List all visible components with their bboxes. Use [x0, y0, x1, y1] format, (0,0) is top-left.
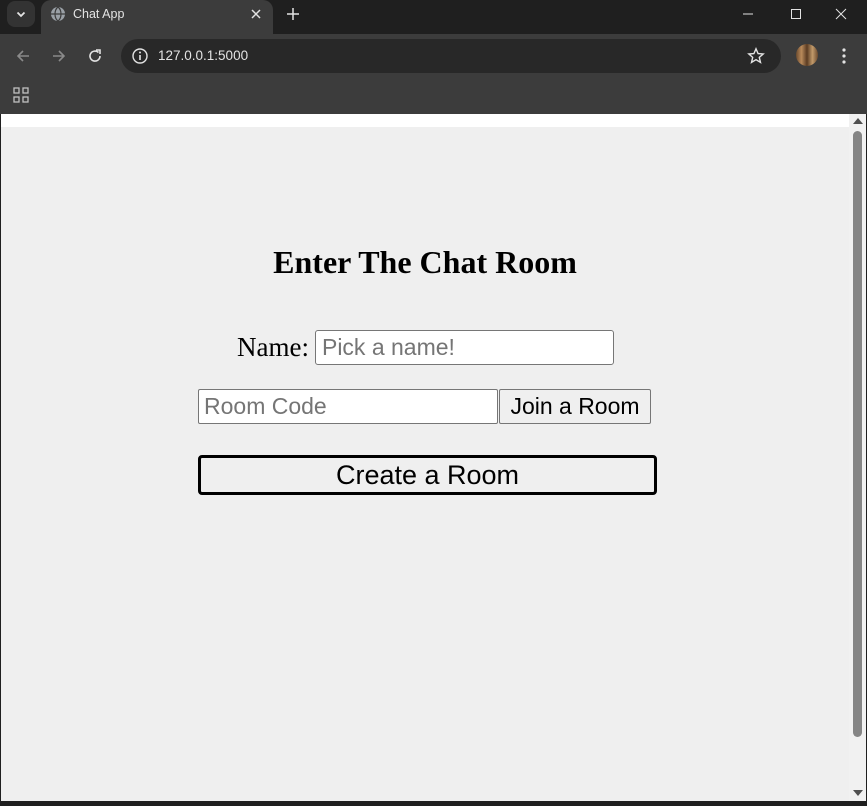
back-arrow-icon [16, 50, 29, 62]
kebab-menu-icon [842, 48, 846, 64]
vertical-scrollbar[interactable] [849, 114, 866, 801]
create-room-button[interactable]: Create a Room [198, 455, 657, 495]
title-bar: Chat App [0, 0, 867, 34]
room-row: Join a Room [198, 389, 651, 424]
forward-arrow-icon [53, 50, 66, 62]
reload-icon [89, 49, 101, 62]
profile-avatar[interactable] [796, 44, 818, 66]
chevron-down-icon [16, 11, 26, 18]
page-viewport: Enter The Chat Room Name: Join a Room Cr… [1, 114, 849, 801]
reload-button[interactable] [81, 42, 109, 70]
new-tab-button[interactable] [283, 4, 303, 24]
address-bar[interactable]: 127.0.0.1:5000 [121, 39, 781, 73]
plus-icon [287, 8, 299, 20]
name-label: Name: [237, 331, 309, 362]
close-window-icon [835, 8, 847, 20]
scroll-down-arrow-icon[interactable] [853, 790, 863, 796]
star-icon[interactable] [747, 47, 765, 65]
info-icon[interactable] [131, 47, 149, 65]
globe-icon [51, 6, 65, 22]
close-icon [251, 9, 261, 19]
tab-search-button[interactable] [7, 1, 35, 27]
page-title: Enter The Chat Room [273, 244, 577, 280]
url-text: 127.0.0.1:5000 [158, 48, 249, 63]
join-room-button[interactable]: Join a Room [499, 389, 651, 424]
name-row: Name: [237, 329, 614, 365]
room-code-input[interactable] [198, 389, 498, 424]
scrollbar-thumb[interactable] [853, 131, 862, 737]
maximize-icon [791, 9, 801, 19]
forward-button[interactable] [45, 42, 73, 70]
browser-toolbar: 127.0.0.1:5000 [0, 34, 867, 78]
maximize-button[interactable] [773, 0, 819, 28]
minimize-icon [743, 13, 753, 15]
bookmarks-bar [0, 78, 867, 114]
close-window-button[interactable] [818, 0, 864, 28]
window-bottom-edge [0, 801, 867, 806]
browser-tab[interactable]: Chat App [41, 0, 273, 34]
page-top-strip [1, 114, 849, 127]
apps-grid-icon[interactable] [12, 86, 30, 104]
back-button[interactable] [9, 42, 37, 70]
name-input[interactable] [314, 329, 614, 365]
minimize-button[interactable] [725, 0, 771, 28]
scroll-up-arrow-icon[interactable] [853, 118, 863, 124]
browser-menu-button[interactable] [832, 42, 856, 70]
tab-title: Chat App [73, 7, 125, 21]
tab-close-button[interactable] [248, 6, 264, 22]
